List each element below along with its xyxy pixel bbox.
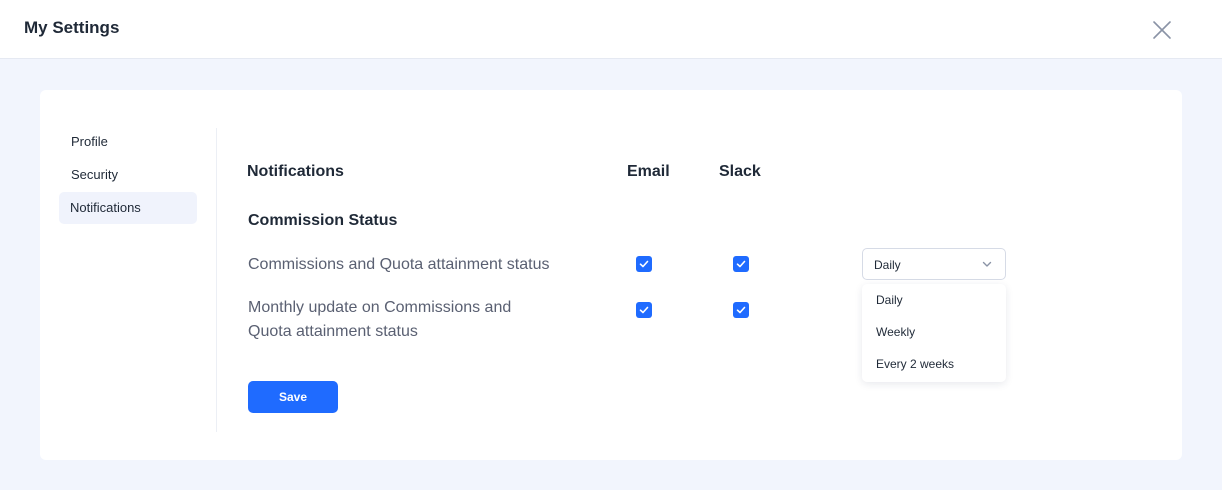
slack-checkbox-row2[interactable] [733,302,749,318]
row-label-monthly-update-line1: Monthly update on Commissions and [248,299,512,316]
frequency-option-every-2-weeks[interactable]: Every 2 weeks [862,348,1006,380]
email-column-header: Email [627,163,670,180]
row-label-monthly-update: Monthly update on Commissions and Quota … [248,296,511,344]
frequency-select-value: Daily [874,258,901,272]
sidebar-item-notifications[interactable]: Notifications [59,192,197,224]
frequency-option-daily[interactable]: Daily [862,284,1006,316]
sidebar-divider [216,128,217,432]
section-title: Commission Status [248,212,398,229]
checkmark-icon [639,260,649,268]
email-checkbox-row1[interactable] [636,256,652,272]
close-icon [1153,21,1171,39]
row-label-monthly-update-line2: Quota attainment status [248,323,418,340]
email-checkbox-row2[interactable] [636,302,652,318]
header-bar: My Settings [0,0,1222,59]
row-label-commissions-status: Commissions and Quota attainment status [248,256,550,273]
close-button[interactable] [1150,18,1174,42]
sidebar-item-security[interactable]: Security [59,159,197,191]
frequency-option-weekly[interactable]: Weekly [862,316,1006,348]
slack-column-header: Slack [719,163,761,180]
chevron-down-icon [982,261,992,267]
checkmark-icon [736,306,746,314]
page-title: My Settings [24,18,120,37]
frequency-dropdown-menu: Daily Weekly Every 2 weeks [862,284,1006,382]
frequency-select[interactable]: Daily [862,248,1006,280]
slack-checkbox-row1[interactable] [733,256,749,272]
checkmark-icon [639,306,649,314]
save-button[interactable]: Save [248,381,338,413]
settings-sidebar: Profile Security Notifications [59,126,197,225]
settings-card: Profile Security Notifications Notificat… [40,90,1182,460]
notifications-column-header: Notifications [247,163,344,180]
checkmark-icon [736,260,746,268]
sidebar-item-profile[interactable]: Profile [59,126,197,158]
